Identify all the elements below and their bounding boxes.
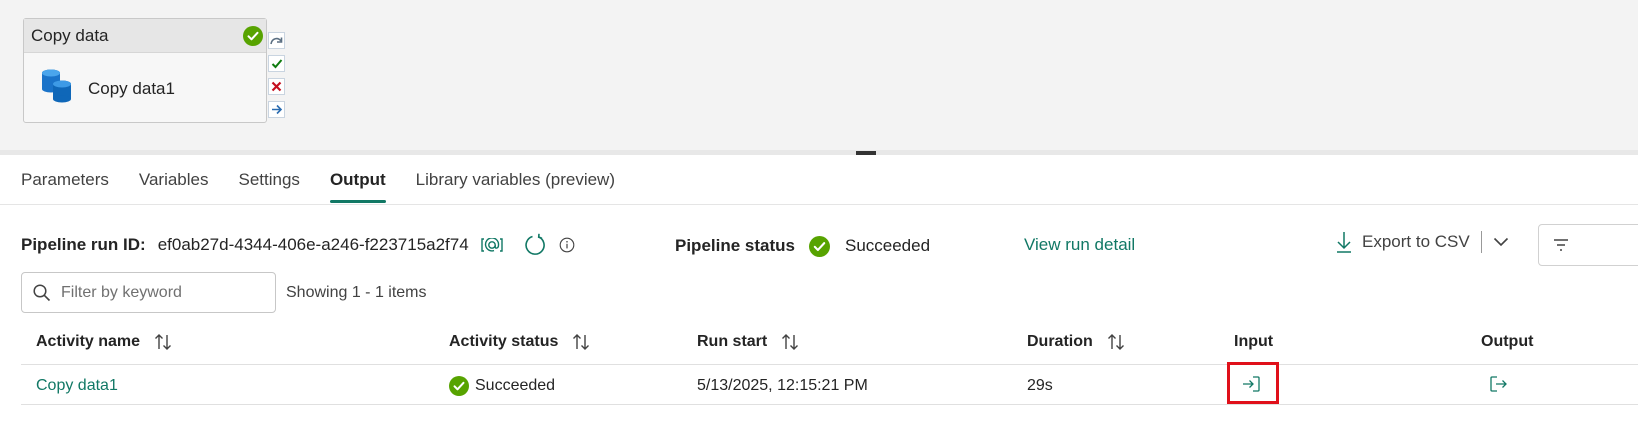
pane-splitter[interactable] [0, 150, 1638, 155]
pipeline-canvas[interactable]: Copy data Copy data1 [0, 0, 1638, 150]
tab-settings[interactable]: Settings [239, 170, 300, 203]
refresh-icon[interactable] [523, 233, 547, 257]
table-header-divider [21, 364, 1638, 365]
skip-arrow-icon[interactable] [268, 32, 285, 49]
sort-arrows-icon[interactable] [572, 333, 590, 351]
copy-run-id-icon[interactable] [480, 238, 503, 252]
input-highlight-box [1227, 362, 1279, 404]
column-header-input: Input [1234, 333, 1273, 351]
chevron-down-icon[interactable] [1493, 237, 1509, 247]
column-header-label: Output [1481, 333, 1534, 350]
pipeline-status-group: Pipeline status Succeeded [675, 233, 930, 259]
search-icon [33, 283, 51, 302]
activity-name-link[interactable]: Copy data1 [36, 375, 118, 397]
column-header-label: Activity status [449, 333, 559, 350]
check-circle-icon [243, 26, 263, 51]
column-header-activity-name[interactable]: Activity name [36, 333, 172, 351]
tab-library-variables[interactable]: Library variables (preview) [416, 170, 615, 203]
table-row-divider [21, 404, 1638, 405]
output-view-icon[interactable] [1489, 373, 1509, 395]
view-run-detail-link[interactable]: View run detail [1024, 235, 1135, 255]
run-id-value: ef0ab27d-4344-406e-a246-f223715a2f74 [157, 235, 469, 254]
pipeline-run-id-row: Pipeline run ID: ef0ab27d-4344-406e-a246… [21, 232, 575, 258]
sort-arrows-icon[interactable] [781, 333, 799, 351]
sort-arrows-icon[interactable] [1107, 333, 1125, 351]
export-label: Export to CSV [1362, 232, 1470, 251]
splitter-grip-handle[interactable] [856, 151, 876, 155]
success-check-circle-icon [808, 235, 830, 257]
column-header-label: Input [1234, 333, 1274, 350]
column-header-duration[interactable]: Duration [1027, 333, 1125, 351]
tab-output[interactable]: Output [329, 170, 386, 203]
export-to-csv-button[interactable]: Export to CSV [1335, 231, 1509, 253]
column-header-output: Output [1481, 333, 1533, 351]
info-icon[interactable] [559, 237, 575, 253]
activity-card-header: Copy data [24, 19, 266, 53]
pipeline-status-value: Succeeded [844, 236, 931, 255]
showing-items-count: Showing 1 - 1 items [286, 284, 427, 301]
filter-search-box[interactable] [21, 272, 276, 313]
run-id-label: Pipeline run ID: [21, 235, 146, 254]
copy-database-icon [40, 68, 74, 109]
run-start-cell: 5/13/2025, 12:15:21 PM [697, 377, 868, 394]
copy-data-activity-card[interactable]: Copy data Copy data1 [23, 18, 267, 123]
activity-status-cell: Succeeded [449, 375, 555, 397]
tab-variables[interactable]: Variables [139, 170, 209, 203]
activity-status-text: Succeeded [475, 377, 556, 394]
column-header-label: Activity name [36, 333, 141, 350]
success-check-circle-icon [449, 376, 469, 396]
filter-lines-icon [1553, 239, 1569, 251]
sort-arrows-icon[interactable] [154, 333, 172, 351]
tab-parameters[interactable]: Parameters [21, 170, 109, 203]
duration-cell: 29s [1027, 377, 1053, 394]
column-header-label: Duration [1027, 333, 1093, 350]
filter-keyword-input[interactable] [59, 282, 263, 303]
filter-options-button[interactable] [1538, 224, 1638, 266]
column-header-label: Run start [697, 333, 768, 350]
export-divider [1480, 231, 1482, 253]
pipeline-status-label: Pipeline status [675, 236, 795, 255]
download-arrow-icon [1335, 231, 1353, 253]
column-header-activity-status[interactable]: Activity status [449, 333, 590, 351]
completion-arrow-icon[interactable] [268, 101, 285, 118]
success-check-icon[interactable] [268, 55, 285, 72]
properties-tab-bar: Parameters Variables Settings Output Lib… [21, 170, 615, 203]
column-header-run-start[interactable]: Run start [697, 333, 799, 351]
activity-type-label: Copy data [31, 25, 109, 45]
tab-bar-divider [0, 204, 1638, 205]
activity-name-label: Copy data1 [88, 78, 175, 98]
failure-x-icon[interactable] [268, 78, 285, 95]
